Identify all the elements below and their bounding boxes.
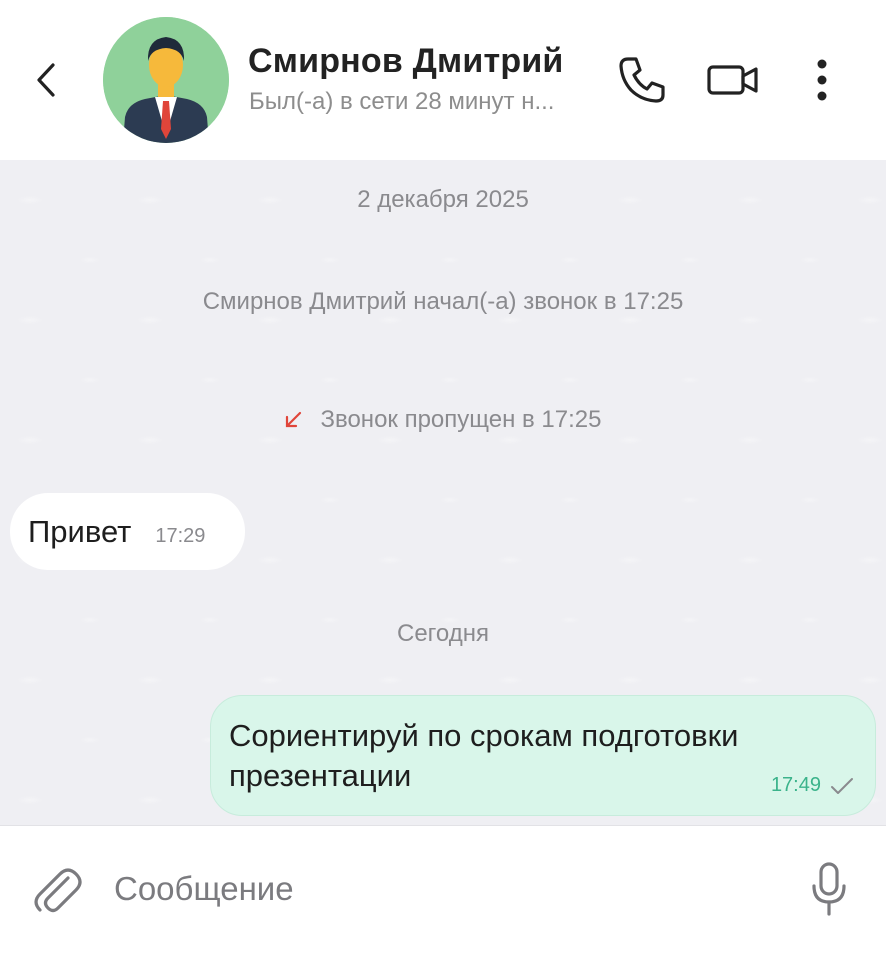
incoming-message[interactable]: Привет 17:29 — [10, 493, 245, 570]
avatar[interactable] — [103, 17, 229, 143]
more-vertical-icon — [817, 59, 827, 101]
date-separator: 2 декабря 2025 — [357, 186, 529, 213]
more-options-button[interactable] — [806, 52, 838, 108]
microphone-icon — [812, 862, 846, 916]
missed-call-arrow-icon — [286, 411, 302, 428]
contact-name[interactable]: Смирнов Дмитрий — [248, 42, 564, 81]
chat-area[interactable]: 2 декабря 2025 Смирнов Дмитрий начал(-а)… — [0, 160, 886, 825]
message-time: 17:49 — [770, 774, 821, 796]
missed-call-notice[interactable]: Звонок пропущен в 17:25 — [0, 406, 886, 434]
message-meta: 17:49 — [771, 774, 855, 797]
phone-icon — [619, 57, 665, 103]
message-time: 17:29 — [155, 525, 206, 547]
chat-header: Смирнов Дмитрий Был(-а) в сети 28 минут … — [0, 0, 886, 160]
video-camera-icon — [707, 65, 758, 95]
today-separator: Сегодня — [397, 620, 489, 647]
outgoing-message[interactable]: Сориентируй по срокам подготовки презент… — [210, 695, 876, 816]
message-text: Сориентируй по срокам подготовки презент… — [229, 718, 739, 793]
voice-message-button[interactable] — [806, 860, 852, 918]
attach-button[interactable] — [30, 864, 82, 916]
call-started-notice: Смирнов Дмитрий начал(-а) звонок в 17:25 — [202, 288, 684, 315]
message-composer — [0, 825, 886, 965]
check-icon — [831, 777, 853, 794]
chevron-left-icon — [37, 63, 55, 97]
back-button[interactable] — [28, 56, 64, 104]
video-call-button[interactable] — [700, 55, 766, 105]
contact-status: Был(-а) в сети 28 минут н... — [249, 88, 555, 115]
voice-call-button[interactable] — [612, 52, 672, 108]
message-text: Привет — [28, 513, 132, 549]
message-input[interactable] — [114, 864, 754, 914]
missed-call-text: Звонок пропущен в 17:25 — [320, 406, 602, 433]
paperclip-icon — [34, 868, 82, 913]
